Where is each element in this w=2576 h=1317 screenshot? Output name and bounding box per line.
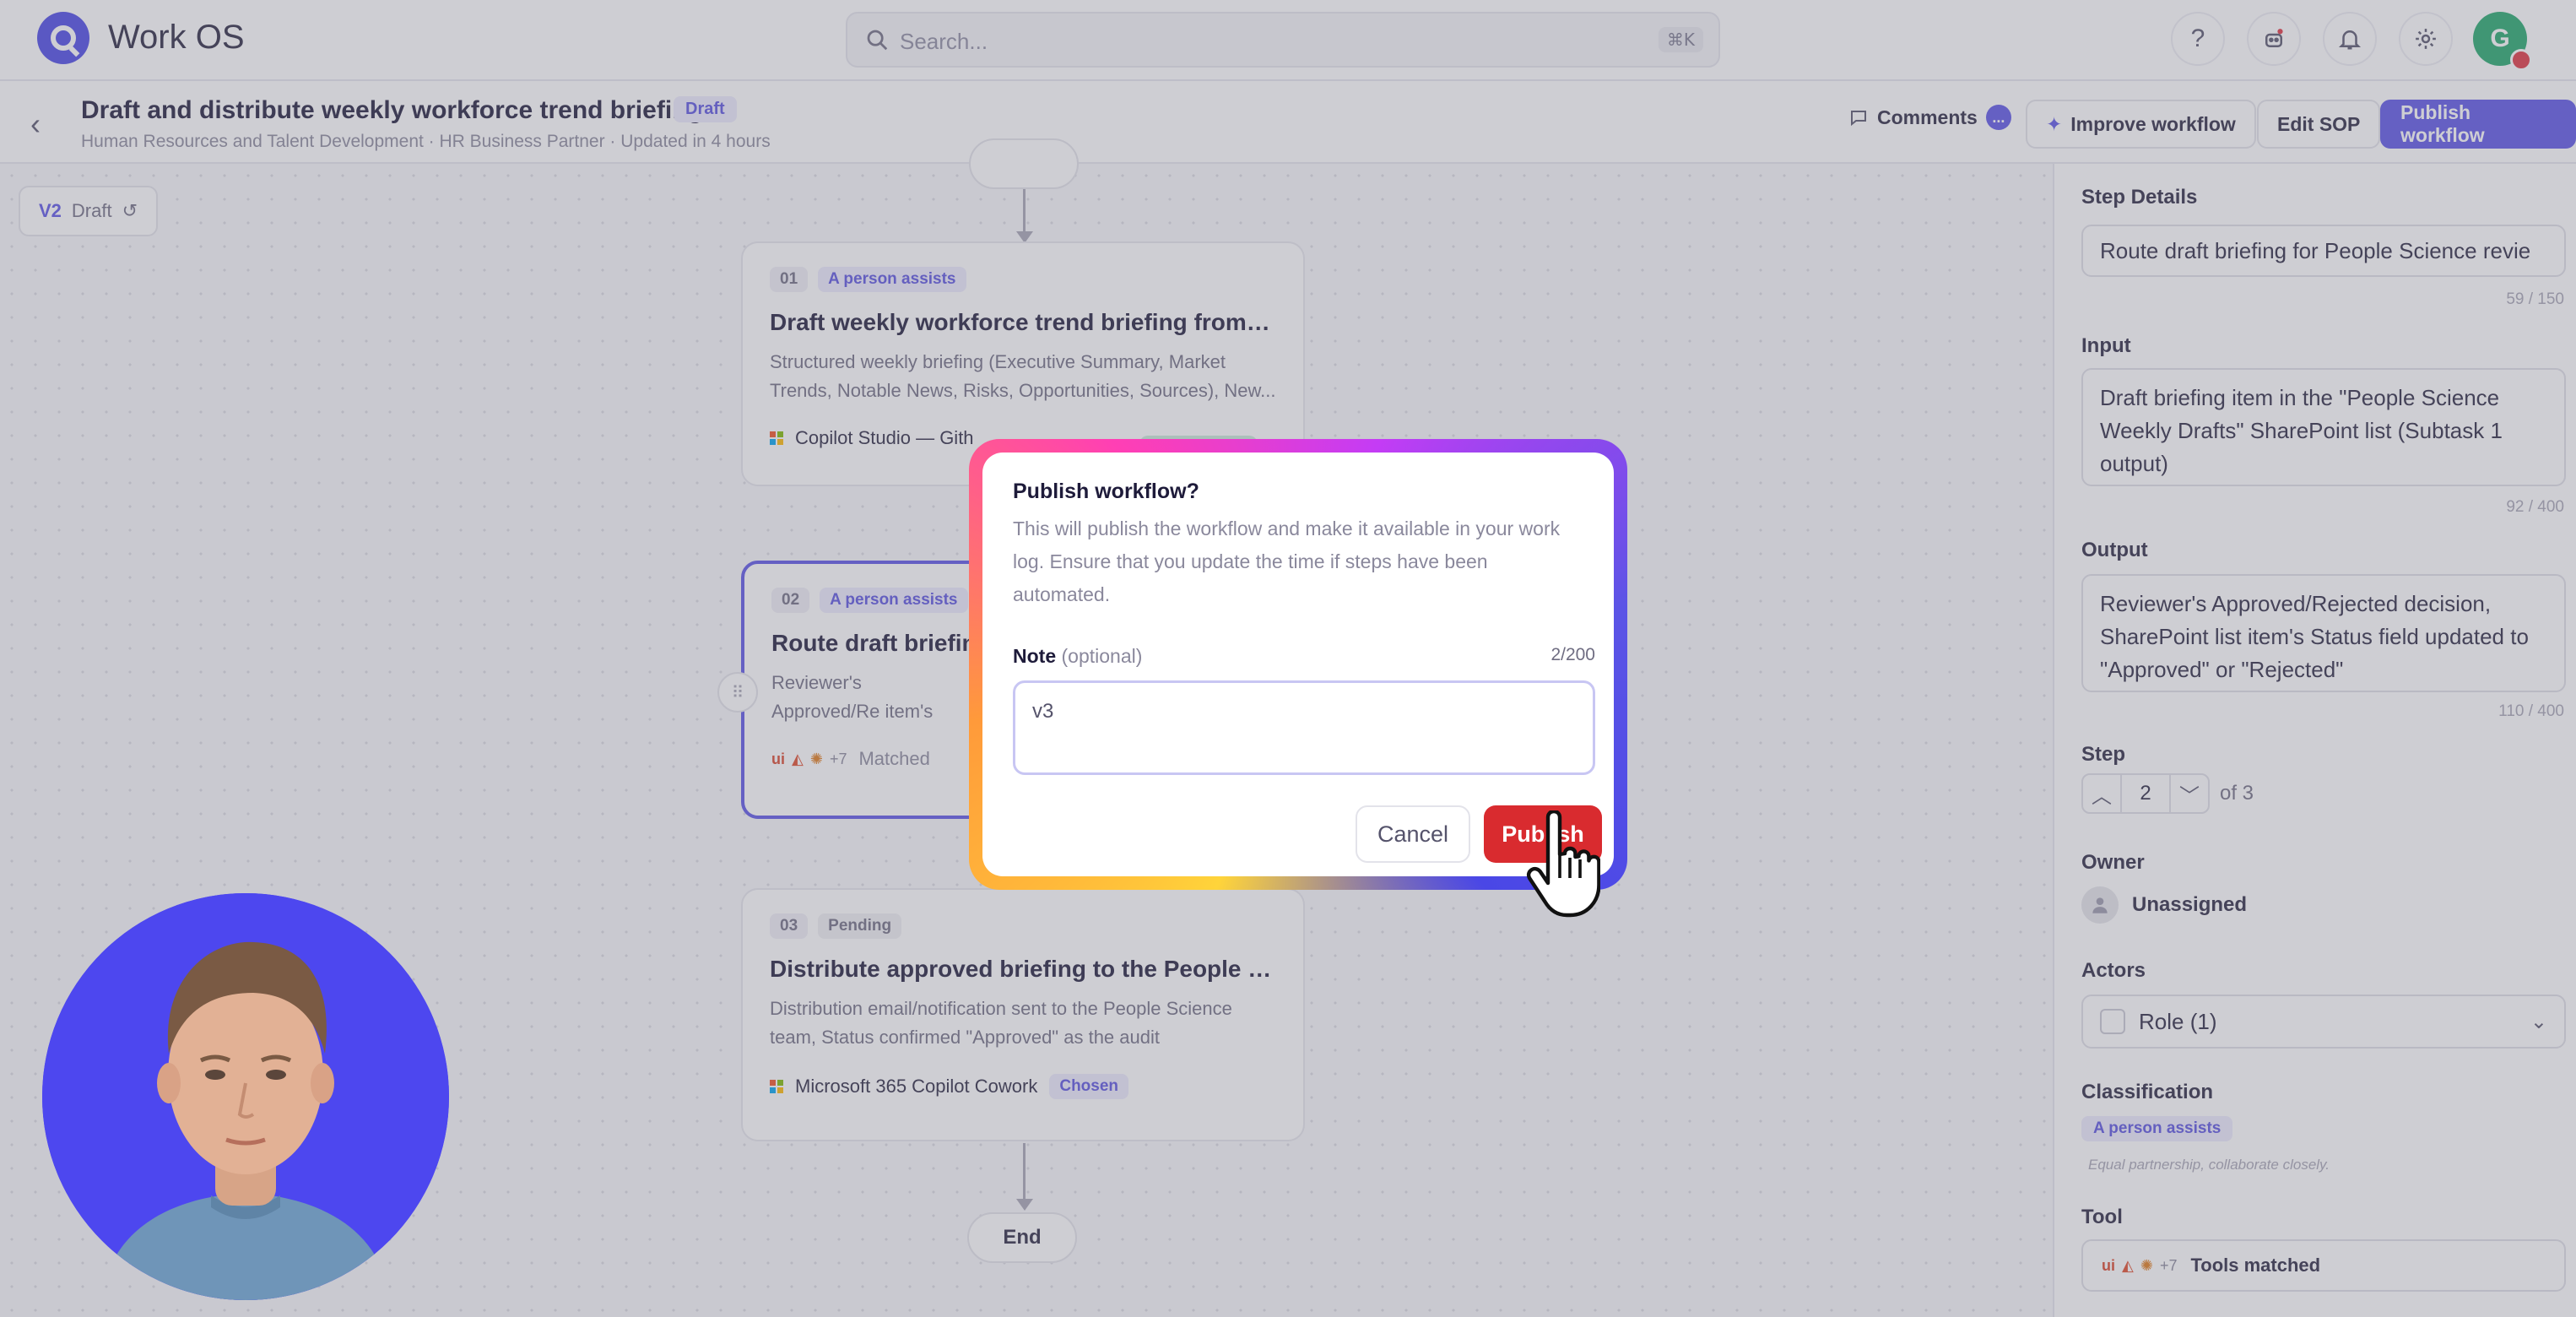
note-row: Note (optional) 2/200	[1013, 645, 1595, 668]
note-label-text: Note	[1013, 645, 1057, 667]
webcam-video	[42, 893, 449, 1300]
publish-dialog: Publish workflow? This will publish the …	[982, 453, 1614, 876]
presenter-image	[42, 893, 449, 1300]
note-label: Note (optional)	[1013, 645, 1142, 668]
cancel-button[interactable]: Cancel	[1356, 805, 1470, 863]
note-textarea[interactable]: v3	[1013, 680, 1595, 775]
note-optional-text: (optional)	[1061, 645, 1143, 667]
note-char-count: 2/200	[1550, 645, 1595, 664]
hand-cursor-icon	[1526, 810, 1600, 918]
dialog-title: Publish workflow?	[1013, 480, 1199, 503]
dialog-description: This will publish the workflow and make …	[1013, 518, 1561, 605]
